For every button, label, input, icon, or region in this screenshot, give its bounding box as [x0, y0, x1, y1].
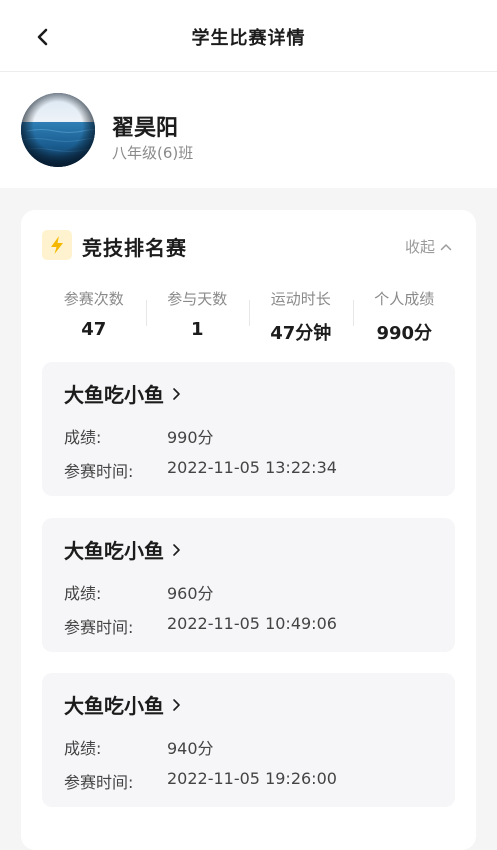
time-label: 参赛时间:	[64, 462, 134, 481]
time-value: 2022-11-05 10:49:06	[167, 614, 337, 633]
chevron-up-icon	[440, 243, 452, 250]
time-row: 参赛时间: 2022-11-05 13:22:34	[64, 458, 337, 482]
time-label: 参赛时间:	[64, 618, 134, 637]
time-row: 参赛时间: 2022-11-05 19:26:00	[64, 769, 337, 793]
stat-label: 个人成绩	[374, 290, 435, 308]
stat-label: 参与天数	[167, 290, 228, 308]
stat-score: 个人成绩 990分	[352, 286, 457, 346]
competition-icon-badge	[42, 230, 72, 260]
score-value: 990分	[167, 428, 214, 447]
game-link[interactable]: 大鱼吃小鱼	[64, 535, 181, 564]
time-value: 2022-11-05 13:22:34	[167, 458, 337, 477]
stat-value: 990分	[376, 323, 433, 344]
match-record[interactable]: 大鱼吃小鱼 成绩: 990分 参赛时间: 2022-11-05 13:22:34	[42, 362, 455, 496]
student-class: 八年级(6)班	[112, 144, 194, 162]
student-profile: 翟昊阳 八年级(6)班	[0, 72, 497, 188]
student-name: 翟昊阳	[112, 116, 179, 141]
stat-value: 47	[81, 319, 107, 340]
score-value: 960分	[167, 584, 214, 603]
match-record[interactable]: 大鱼吃小鱼 成绩: 940分 参赛时间: 2022-11-05 19:26:00	[42, 673, 455, 807]
chevron-right-icon	[173, 387, 180, 400]
score-row: 成绩: 940分	[64, 735, 214, 759]
stat-participations: 参赛次数 47	[42, 286, 146, 346]
game-link[interactable]: 大鱼吃小鱼	[64, 690, 181, 719]
score-row: 成绩: 990分	[64, 424, 214, 448]
collapse-label: 收起	[404, 238, 435, 256]
stats-row: 参赛次数 47 参与天数 1 运动时长 47分钟 个人成绩 990分	[42, 286, 456, 346]
game-link[interactable]: 大鱼吃小鱼	[64, 379, 181, 408]
score-label: 成绩:	[64, 739, 102, 758]
game-name: 大鱼吃小鱼	[64, 383, 164, 407]
game-name: 大鱼吃小鱼	[64, 539, 164, 563]
stat-value: 1	[190, 319, 204, 340]
avatar[interactable]	[21, 93, 95, 167]
stat-label: 运动时长	[270, 290, 331, 308]
score-label: 成绩:	[64, 428, 102, 447]
game-name: 大鱼吃小鱼	[64, 694, 164, 718]
stat-days: 参与天数 1	[145, 286, 250, 346]
stat-value: 47分钟	[270, 323, 332, 344]
competition-title: 竞技排名赛	[82, 236, 187, 260]
page-title: 学生比赛详情	[191, 28, 306, 49]
competition-card: 竞技排名赛 收起 参赛次数 47 参与天数 1 运动时长 47分钟 个人成绩 9…	[21, 210, 476, 850]
top-bar: 学生比赛详情	[0, 0, 497, 72]
score-value: 940分	[167, 739, 214, 758]
stat-label: 参赛次数	[63, 290, 124, 308]
stat-duration: 运动时长 47分钟	[249, 286, 353, 346]
time-row: 参赛时间: 2022-11-05 10:49:06	[64, 614, 337, 638]
avatar-image	[21, 93, 95, 167]
score-label: 成绩:	[64, 584, 102, 603]
time-value: 2022-11-05 19:26:00	[167, 769, 337, 788]
chevron-right-icon	[173, 698, 180, 711]
time-label: 参赛时间:	[64, 773, 134, 792]
chevron-right-icon	[173, 543, 180, 556]
collapse-toggle[interactable]: 收起	[405, 236, 452, 257]
score-row: 成绩: 960分	[64, 580, 214, 604]
match-record[interactable]: 大鱼吃小鱼 成绩: 960分 参赛时间: 2022-11-05 10:49:06	[42, 518, 455, 652]
lightning-icon	[51, 236, 63, 254]
